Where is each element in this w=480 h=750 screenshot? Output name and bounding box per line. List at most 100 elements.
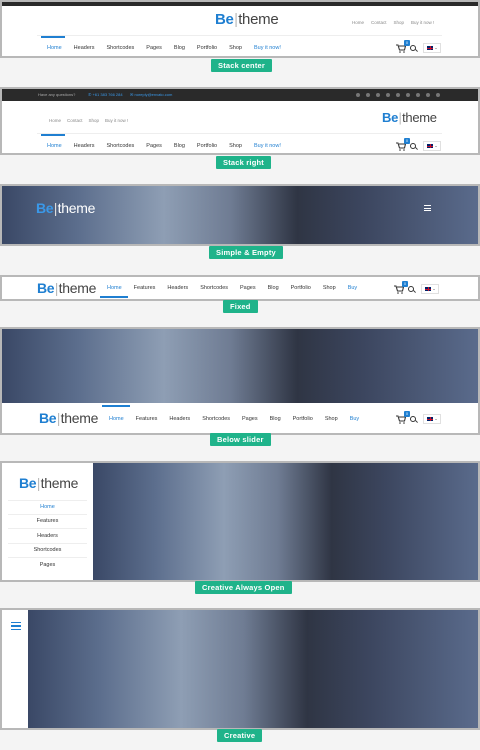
facebook-icon[interactable] <box>356 92 360 97</box>
menu-item-buy[interactable]: Buy it now! <box>254 143 281 149</box>
language-selector[interactable] <box>421 284 439 294</box>
side-menu-item-shortcodes[interactable]: Shortcodes <box>2 547 93 553</box>
menu-item-shortcodes[interactable]: Shortcodes <box>200 285 228 291</box>
menu-item-buy[interactable]: Buy <box>348 285 357 291</box>
section-label: Fixed <box>223 300 258 313</box>
cart-icon[interactable]: 0 <box>396 40 410 53</box>
menu-item-home[interactable]: Home <box>107 285 122 291</box>
linkedin-icon[interactable] <box>416 92 420 97</box>
cart-count-badge: 0 <box>404 138 410 144</box>
menu-icon[interactable] <box>11 622 21 631</box>
dribbble-icon[interactable] <box>436 92 440 97</box>
creative-always-open-preview: Be|theme Home Features Headers Shortcode… <box>0 461 480 582</box>
menu-item-pages[interactable]: Pages <box>146 45 162 51</box>
main-menu: Home Headers Shortcodes Pages Blog Portf… <box>47 45 281 51</box>
cart-count-badge: 0 <box>404 40 410 46</box>
search-icon[interactable] <box>410 143 416 149</box>
divider <box>8 557 87 558</box>
slider-area <box>93 463 478 580</box>
side-menu-item-headers[interactable]: Headers <box>2 533 93 539</box>
menu-item-home[interactable]: Home <box>47 45 62 51</box>
menu-item-pages[interactable]: Pages <box>242 416 258 422</box>
top-link-contact[interactable]: Contact <box>371 20 387 25</box>
menu-item-portfolio[interactable]: Portfolio <box>293 416 313 422</box>
youtube-icon[interactable] <box>396 92 400 97</box>
divider <box>37 133 442 134</box>
top-strip <box>2 2 478 6</box>
flickr-icon[interactable] <box>406 92 410 97</box>
menu-item-portfolio[interactable]: Portfolio <box>197 143 217 149</box>
side-menu-item-home[interactable]: Home <box>2 504 93 510</box>
stack-center-preview: Be|theme Home Contact Shop Buy it now ! … <box>0 0 480 58</box>
vimeo-icon[interactable] <box>386 92 390 97</box>
logo[interactable]: Be|theme <box>36 200 95 216</box>
pinterest-icon[interactable] <box>426 92 430 97</box>
search-icon[interactable] <box>408 286 414 292</box>
menu-item-shop[interactable]: Shop <box>229 45 242 51</box>
menu-item-headers[interactable]: Headers <box>169 416 190 422</box>
menu-item-shortcodes[interactable]: Shortcodes <box>106 45 134 51</box>
below-slider-preview: Be|theme Home Features Headers Shortcode… <box>0 327 480 435</box>
menu-item-portfolio[interactable]: Portfolio <box>197 45 217 51</box>
menu-item-blog[interactable]: Blog <box>174 143 185 149</box>
cart-icon[interactable]: 0 <box>394 281 408 294</box>
top-links: Home Contact Shop Buy it now ! <box>49 118 128 123</box>
cart-count-badge: 0 <box>402 281 408 287</box>
menu-item-headers[interactable]: Headers <box>74 143 95 149</box>
menu-item-features[interactable]: Features <box>136 416 158 422</box>
search-icon[interactable] <box>410 416 416 422</box>
menu-item-blog[interactable]: Blog <box>268 285 279 291</box>
twitter-icon[interactable] <box>376 92 380 97</box>
menu-item-shortcodes[interactable]: Shortcodes <box>106 143 134 149</box>
top-link-home[interactable]: Home <box>352 20 364 25</box>
menu-item-home[interactable]: Home <box>47 143 62 149</box>
logo[interactable]: Be|theme <box>19 475 78 491</box>
topbar-phone[interactable]: ✆ +61 383 766 284 <box>88 92 123 97</box>
top-link-buy[interactable]: Buy it now ! <box>105 118 128 123</box>
menu-item-blog[interactable]: Blog <box>270 416 281 422</box>
top-link-shop[interactable]: Shop <box>394 20 405 25</box>
main-menu: Home Features Headers Shortcodes Pages B… <box>107 285 357 291</box>
logo[interactable]: Be|theme <box>39 410 98 426</box>
logo[interactable]: Be|theme <box>215 11 279 28</box>
menu-item-headers[interactable]: Headers <box>74 45 95 51</box>
menu-item-pages[interactable]: Pages <box>240 285 256 291</box>
slider-area <box>28 610 478 728</box>
chevron-down-icon <box>433 288 435 290</box>
menu-item-home[interactable]: Home <box>109 416 124 422</box>
menu-item-shortcodes[interactable]: Shortcodes <box>202 416 230 422</box>
menu-item-blog[interactable]: Blog <box>174 45 185 51</box>
menu-item-pages[interactable]: Pages <box>146 143 162 149</box>
menu-item-portfolio[interactable]: Portfolio <box>291 285 311 291</box>
cart-icon[interactable]: 0 <box>396 138 410 151</box>
topbar-email[interactable]: ✉ noreply@envato.com <box>130 92 172 97</box>
googleplus-icon[interactable] <box>366 92 370 97</box>
language-selector[interactable] <box>423 414 441 424</box>
divider <box>8 500 87 501</box>
menu-item-headers[interactable]: Headers <box>167 285 188 291</box>
language-selector[interactable] <box>423 141 441 151</box>
menu-item-buy[interactable]: Buy <box>350 416 359 422</box>
social-icons <box>356 92 440 97</box>
logo[interactable]: Be|theme <box>382 110 437 125</box>
language-selector[interactable] <box>423 43 441 53</box>
section-label: Stack center <box>211 59 273 72</box>
logo[interactable]: Be|theme <box>37 280 96 296</box>
menu-item-shop[interactable]: Shop <box>323 285 336 291</box>
top-link-home[interactable]: Home <box>49 118 61 123</box>
menu-item-features[interactable]: Features <box>134 285 156 291</box>
search-icon[interactable] <box>410 45 416 51</box>
menu-item-shop[interactable]: Shop <box>325 416 338 422</box>
stack-right-preview: Have any questions? ✆ +61 383 766 284 ✉ … <box>0 87 480 155</box>
top-link-contact[interactable]: Contact <box>67 118 83 123</box>
topbar-question: Have any questions? <box>38 92 76 97</box>
side-menu-item-features[interactable]: Features <box>2 518 93 524</box>
side-menu-item-pages[interactable]: Pages <box>2 562 93 568</box>
cart-icon[interactable]: 0 <box>396 411 410 424</box>
active-indicator <box>102 405 130 407</box>
menu-icon[interactable] <box>424 205 431 211</box>
top-link-shop[interactable]: Shop <box>89 118 100 123</box>
menu-item-shop[interactable]: Shop <box>229 143 242 149</box>
menu-item-buy[interactable]: Buy it now! <box>254 45 281 51</box>
top-link-buy[interactable]: Buy it now ! <box>411 20 434 25</box>
